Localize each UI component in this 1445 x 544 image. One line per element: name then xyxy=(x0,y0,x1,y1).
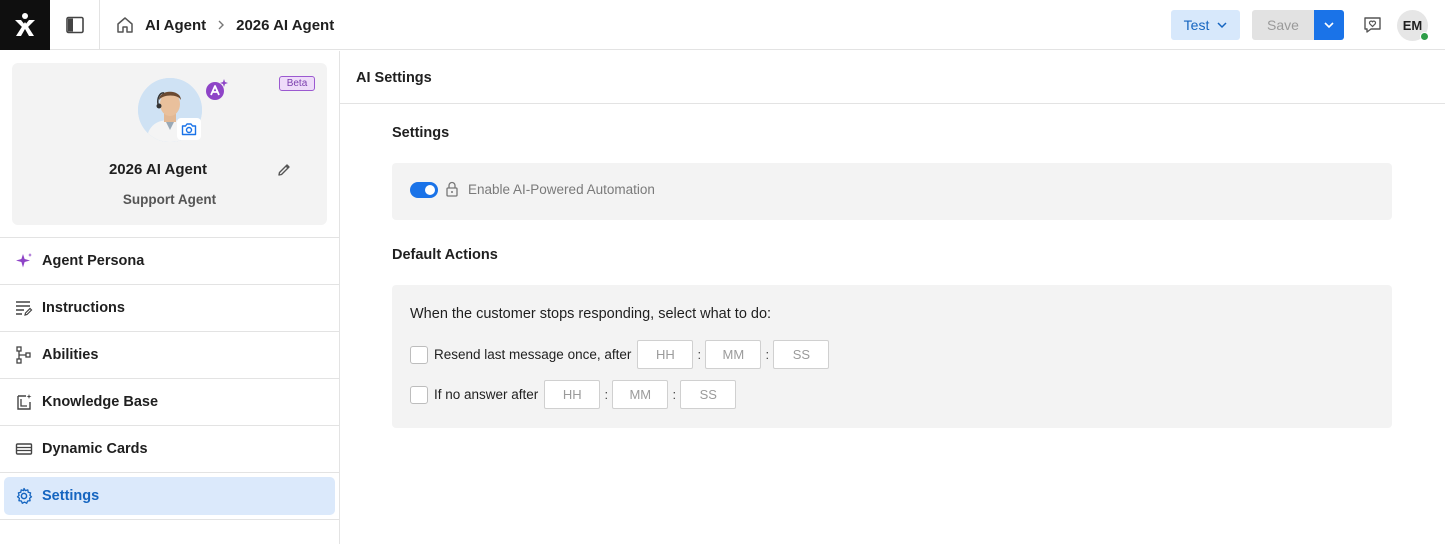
nav-item-knowledge-base[interactable]: Knowledge Base xyxy=(0,378,339,425)
chevron-down-icon xyxy=(1324,21,1334,28)
toggle-knob xyxy=(425,185,435,195)
nav-item-label: Settings xyxy=(42,488,100,504)
top-bar: AI Agent 2026 AI Agent Test Save EM xyxy=(0,0,1445,50)
list-edit-icon xyxy=(14,298,34,318)
time-separator: : xyxy=(765,347,770,362)
sidebar-toggle-icon[interactable] xyxy=(50,0,100,50)
lock-icon xyxy=(445,181,459,197)
resend-label: Resend last message once, after xyxy=(434,347,632,362)
test-button[interactable]: Test xyxy=(1171,10,1240,40)
nav-divider xyxy=(0,519,339,520)
cards-icon xyxy=(14,439,34,459)
save-button-label: Save xyxy=(1267,17,1299,33)
breadcrumb: AI Agent 2026 AI Agent xyxy=(114,0,334,50)
settings-heading: Settings xyxy=(392,125,450,141)
save-options-button[interactable] xyxy=(1314,10,1344,40)
resend-seconds-input[interactable]: SS xyxy=(773,340,830,369)
default-actions-prompt: When the customer stops responding, sele… xyxy=(410,306,772,322)
pencil-icon[interactable] xyxy=(276,162,292,178)
settings-panel: Enable AI-Powered Automation xyxy=(392,163,1392,220)
chevron-down-icon xyxy=(1217,21,1227,28)
agent-card: Beta 2026 AI Agent Support Agent xyxy=(12,63,327,225)
time-separator: : xyxy=(672,387,677,402)
resend-hours-input[interactable]: HH xyxy=(637,340,694,369)
no-answer-checkbox[interactable] xyxy=(410,385,428,404)
save-button[interactable]: Save xyxy=(1252,10,1314,40)
chevron-right-icon xyxy=(217,20,225,30)
test-button-label: Test xyxy=(1183,17,1210,33)
no-answer-minutes-input[interactable]: MM xyxy=(612,380,669,409)
ai-automation-toggle[interactable] xyxy=(410,182,438,198)
no-answer-seconds-input[interactable]: SS xyxy=(680,380,737,409)
online-status-indicator xyxy=(1420,32,1429,41)
agent-sidebar: Beta 2026 AI Agent Support Agent Agent P… xyxy=(0,51,340,544)
breadcrumb-ai-agent[interactable]: AI Agent xyxy=(145,17,206,34)
time-separator: : xyxy=(697,347,702,362)
resend-checkbox[interactable] xyxy=(410,345,428,364)
feedback-icon[interactable] xyxy=(1360,13,1384,37)
default-actions-heading: Default Actions xyxy=(392,247,498,263)
resend-minutes-input[interactable]: MM xyxy=(705,340,762,369)
no-answer-label: If no answer after xyxy=(434,387,539,402)
nav-item-agent-persona[interactable]: Agent Persona xyxy=(0,237,339,284)
book-icon xyxy=(14,392,34,412)
flow-icon xyxy=(14,345,34,365)
sparkle-icon xyxy=(14,251,34,271)
main-header: AI Settings xyxy=(340,51,1445,104)
app-logo-icon[interactable] xyxy=(0,0,50,50)
agent-name: 2026 AI Agent xyxy=(108,161,208,178)
agent-nav: Agent Persona Instructions Abilities Kno… xyxy=(0,237,339,520)
resend-row: Resend last message once, after HH : MM … xyxy=(410,340,830,369)
gear-icon xyxy=(14,486,34,506)
ai-automation-label: Enable AI-Powered Automation xyxy=(468,182,655,197)
nav-item-label: Agent Persona xyxy=(42,253,145,269)
nav-item-settings[interactable]: Settings xyxy=(0,472,339,519)
no-answer-hours-input[interactable]: HH xyxy=(544,380,601,409)
breadcrumb-current: 2026 AI Agent xyxy=(236,16,335,34)
time-separator: : xyxy=(604,387,609,402)
nav-item-label: Instructions xyxy=(42,300,125,316)
nav-item-dynamic-cards[interactable]: Dynamic Cards xyxy=(0,425,339,472)
nav-item-instructions[interactable]: Instructions xyxy=(0,284,339,331)
no-answer-row: If no answer after HH : MM : SS xyxy=(410,380,737,409)
page-title: AI Settings xyxy=(356,70,432,86)
home-icon[interactable] xyxy=(114,14,136,36)
camera-icon[interactable] xyxy=(177,118,201,140)
nav-item-abilities[interactable]: Abilities xyxy=(0,331,339,378)
nav-item-label: Abilities xyxy=(42,347,99,363)
default-actions-panel: When the customer stops responding, sele… xyxy=(392,285,1392,428)
ai-sparkle-badge-icon xyxy=(205,78,229,102)
beta-badge: Beta xyxy=(279,76,315,91)
nav-item-label: Dynamic Cards xyxy=(42,441,148,457)
nav-item-label: Knowledge Base xyxy=(42,394,159,410)
agent-role: Support Agent xyxy=(122,192,217,207)
